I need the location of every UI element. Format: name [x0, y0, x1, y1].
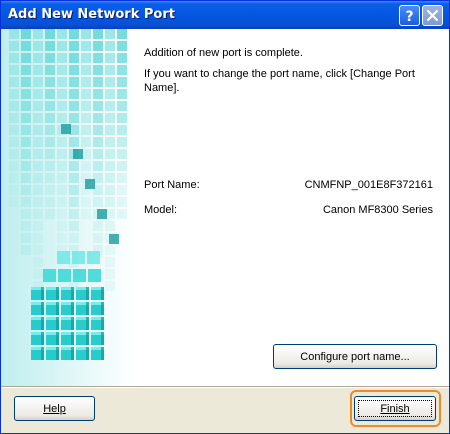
- change-name-hint: If you want to change the port name, cli…: [144, 68, 415, 94]
- finish-button[interactable]: Finish: [354, 396, 436, 421]
- question-icon: ?: [405, 9, 413, 25]
- finish-button-label: Finish: [380, 402, 410, 415]
- help-button[interactable]: Help: [14, 396, 95, 421]
- completion-message: Addition of new port is complete.: [144, 47, 303, 59]
- add-network-port-dialog: Add New Network Port ? Addition of new p…: [0, 0, 450, 434]
- wizard-side-illustration: [1, 29, 137, 386]
- model-label: Model:: [144, 204, 178, 216]
- port-name-label: Port Name:: [144, 179, 200, 191]
- close-icon: [426, 9, 439, 22]
- configure-button-label: Configure port name...: [300, 350, 410, 363]
- configure-port-name-button[interactable]: Configure port name...: [273, 344, 437, 369]
- dialog-content: Addition of new port is complete. If you…: [1, 29, 449, 386]
- port-name-value: CNMFNP_001E8F372161: [304, 179, 433, 191]
- help-titlebar-button[interactable]: ?: [399, 5, 420, 26]
- svg-text:?: ?: [405, 9, 413, 25]
- footer-separator: [1, 386, 449, 388]
- model-value: Canon MF8300 Series: [322, 204, 433, 216]
- cube-stack-illustration: [1, 29, 137, 386]
- title-bar[interactable]: Add New Network Port ?: [1, 1, 449, 29]
- help-button-label: Help: [43, 402, 66, 415]
- window-title: Add New Network Port: [8, 7, 175, 22]
- close-button[interactable]: [422, 5, 443, 26]
